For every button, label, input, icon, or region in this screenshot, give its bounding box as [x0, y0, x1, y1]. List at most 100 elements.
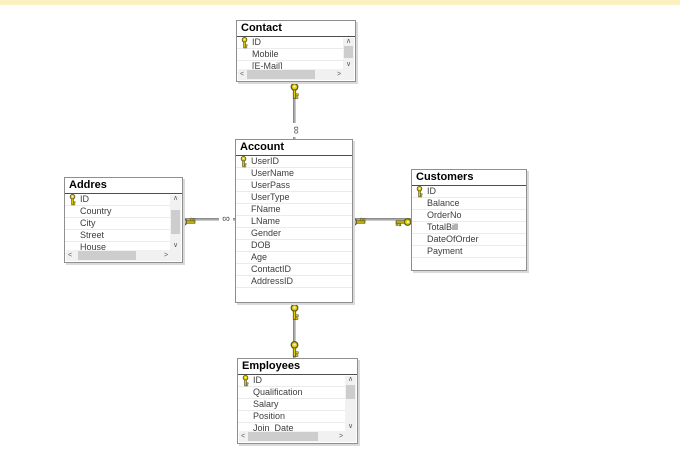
column-name: ID [252, 37, 261, 47]
column-name: Balance [427, 198, 460, 208]
table-row[interactable]: Gender [236, 228, 352, 240]
table-row[interactable]: FName [236, 204, 352, 216]
scroll-right-icon[interactable]: > [337, 431, 345, 442]
scroll-up-icon[interactable]: ∧ [170, 195, 181, 203]
column-name: LName [251, 216, 281, 226]
column-name: UserName [251, 168, 295, 178]
scrollbar-corner [170, 250, 181, 261]
scrollbar-thumb[interactable] [247, 70, 315, 79]
table-row[interactable]: ID [65, 193, 171, 206]
infinity-icon: ∞ [289, 123, 302, 137]
primary-key-icon [65, 193, 80, 206]
scroll-down-icon[interactable]: ∨ [343, 61, 354, 69]
table-title[interactable]: Addres [65, 178, 182, 194]
scroll-up-icon[interactable]: ∧ [343, 38, 354, 46]
scroll-down-icon[interactable]: ∨ [345, 423, 356, 431]
table-row[interactable]: Position [238, 411, 346, 423]
scrollbar-corner [343, 69, 354, 80]
column-name: UserType [251, 192, 290, 202]
primary-key-icon [237, 36, 252, 49]
entity-table-employees[interactable]: Employees ID Qualification Salary Positi… [237, 358, 358, 444]
table-row[interactable]: Country [65, 206, 171, 218]
top-accent-bar [0, 0, 680, 5]
table-row[interactable]: UserType [236, 192, 352, 204]
table-title[interactable]: Contact [237, 21, 355, 37]
primary-key-icon [236, 155, 251, 168]
scrollbar-thumb[interactable] [344, 46, 353, 58]
primary-key-icon [412, 185, 427, 198]
column-name: UserID [251, 156, 280, 166]
table-row[interactable]: Mobile [237, 49, 344, 61]
table-row[interactable]: Age [236, 252, 352, 264]
table-row[interactable]: TotalBill [412, 222, 526, 234]
table-row[interactable]: Qualification [238, 387, 346, 399]
column-name: UserPass [251, 180, 291, 190]
table-row[interactable]: Payment [412, 246, 526, 258]
key-icon [390, 217, 412, 228]
vertical-scrollbar[interactable]: ∧ ∨ [170, 195, 181, 250]
table-row[interactable]: Salary [238, 399, 346, 411]
column-name: ID [427, 186, 436, 196]
scroll-right-icon[interactable]: > [335, 69, 343, 80]
table-row[interactable]: AddressID [236, 276, 352, 288]
primary-key-icon [238, 374, 253, 387]
entity-table-addres[interactable]: Addres ID Country City Street House ∧ ∨ … [64, 177, 183, 263]
column-name: Position [253, 411, 286, 421]
vertical-scrollbar[interactable]: ∧ ∨ [345, 376, 356, 431]
scrollbar-thumb[interactable] [346, 385, 355, 399]
table-row[interactable]: UserPass [236, 180, 352, 192]
column-name: Salary [253, 399, 279, 409]
scrollbar-thumb[interactable] [78, 251, 136, 260]
scroll-down-icon[interactable]: ∨ [170, 242, 181, 250]
column-name: Street [80, 230, 105, 240]
table-title[interactable]: Account [236, 140, 352, 156]
column-name: OrderNo [427, 210, 462, 220]
column-name: Payment [427, 246, 463, 256]
column-name: TotalBill [427, 222, 459, 232]
table-row[interactable]: Balance [412, 198, 526, 210]
vertical-scrollbar[interactable]: ∧ ∨ [343, 38, 354, 69]
scrollbar-thumb[interactable] [248, 432, 318, 441]
key-icon [289, 83, 300, 105]
scrollbar-corner [345, 431, 356, 442]
column-name: ID [80, 194, 89, 204]
key-icon [289, 304, 300, 326]
scroll-left-icon[interactable]: < [239, 431, 247, 442]
entity-table-customers[interactable]: Customers ID Balance OrderNo TotalBill D… [411, 169, 527, 271]
table-row[interactable]: DOB [236, 240, 352, 252]
table-title[interactable]: Customers [412, 170, 526, 186]
column-name: Qualification [253, 387, 303, 397]
table-row[interactable]: ID [412, 185, 526, 198]
column-name: Country [80, 206, 112, 216]
column-name: Mobile [252, 49, 279, 59]
column-name: FName [251, 204, 281, 214]
table-row[interactable]: OrderNo [412, 210, 526, 222]
column-name: AddressID [251, 276, 294, 286]
scroll-right-icon[interactable]: > [162, 250, 170, 261]
scroll-left-icon[interactable]: < [238, 69, 246, 80]
scroll-up-icon[interactable]: ∧ [345, 376, 356, 384]
entity-table-contact[interactable]: Contact ID Mobile [E-Mail] ∧ ∨ < > [236, 20, 356, 82]
table-row[interactable]: ContactID [236, 264, 352, 276]
table-row[interactable]: ID [237, 36, 344, 49]
scrollbar-thumb[interactable] [171, 210, 180, 234]
table-row[interactable]: UserID [236, 155, 352, 168]
scroll-left-icon[interactable]: < [66, 250, 74, 261]
horizontal-scrollbar[interactable]: < > [66, 250, 170, 261]
table-row[interactable]: Street [65, 230, 171, 242]
horizontal-scrollbar[interactable]: < > [239, 431, 345, 442]
entity-table-account[interactable]: Account UserID UserName UserPass UserTyp… [235, 139, 353, 303]
column-name: City [80, 218, 96, 228]
table-row[interactable]: DateOfOrder [412, 234, 526, 246]
column-name: Age [251, 252, 268, 262]
table-title[interactable]: Employees [238, 359, 357, 375]
horizontal-scrollbar[interactable]: < > [238, 69, 343, 80]
table-row[interactable]: LName [236, 216, 352, 228]
column-name: ContactID [251, 264, 292, 274]
column-name: DateOfOrder [427, 234, 479, 244]
table-row[interactable]: UserName [236, 168, 352, 180]
column-name: ID [253, 375, 262, 385]
table-row[interactable]: City [65, 218, 171, 230]
infinity-icon: ∞ [219, 214, 233, 226]
table-row[interactable]: ID [238, 374, 346, 387]
